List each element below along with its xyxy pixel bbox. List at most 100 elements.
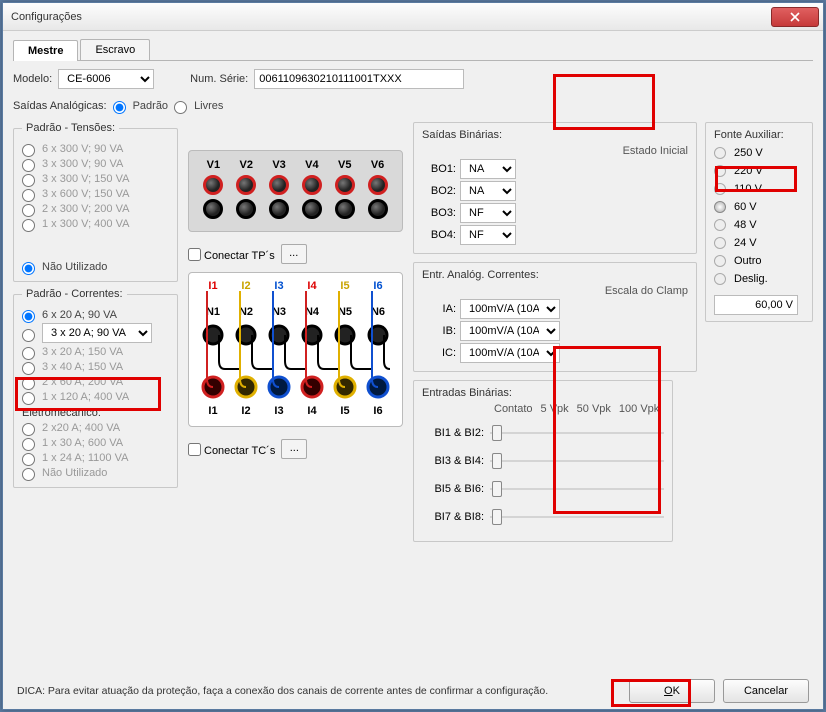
corr-nao-util[interactable]: Não Utilizado <box>22 466 169 479</box>
conectar-tc[interactable]: Conectar TC´s <box>188 441 275 457</box>
serial-input[interactable] <box>254 69 464 89</box>
svg-text:I3: I3 <box>274 405 283 417</box>
conectar-tp[interactable]: Conectar TP´s <box>188 246 275 262</box>
svg-text:I5: I5 <box>340 405 349 417</box>
bo3-select[interactable]: NF <box>460 203 516 223</box>
svg-text:I6: I6 <box>373 405 382 417</box>
corr-opt-4[interactable]: 2 x 60 A; 200 VA <box>22 375 169 388</box>
tens-opt-2[interactable]: 3 x 300 V; 150 VA <box>22 172 169 185</box>
radio-icon <box>714 273 726 285</box>
fa-opt-4[interactable]: 48 V <box>714 219 804 231</box>
radio-icon <box>714 237 726 249</box>
tp-more-button[interactable]: ... <box>281 244 307 264</box>
tens-opt-0[interactable]: 6 x 300 V; 90 VA <box>22 142 169 155</box>
svg-text:I4: I4 <box>307 405 317 417</box>
analog-out-label: Saídas Analógicas: <box>13 100 107 112</box>
clamp-group: Entr. Analóg. Correntes: Escala do Clamp… <box>413 262 697 372</box>
model-label: Modelo: <box>13 73 52 85</box>
fa-opt-5[interactable]: 24 V <box>714 237 804 249</box>
tens-opt-1[interactable]: 3 x 300 V; 90 VA <box>22 157 169 170</box>
svg-text:N2: N2 <box>239 306 253 318</box>
svg-text:I3: I3 <box>274 280 283 292</box>
tensoes-group: Padrão - Tensões: 6 x 300 V; 90 VA 3 x 3… <box>13 122 178 282</box>
svg-text:N1: N1 <box>206 306 220 318</box>
bi-group: Entradas Binárias: Contato5 Vpk50 Vpk100… <box>413 380 673 542</box>
bi12-slider[interactable] <box>490 423 664 443</box>
fa-opt-3[interactable]: 60 V <box>714 201 804 213</box>
tab-mestre[interactable]: Mestre <box>13 40 78 61</box>
svg-text:I5: I5 <box>340 280 349 292</box>
close-icon <box>790 12 800 22</box>
fa-legend: Fonte Auxiliar: <box>714 129 804 141</box>
corr-opt-0[interactable]: 6 x 20 A; 90 VA <box>22 308 169 321</box>
radio-icon <box>714 255 726 267</box>
corr-opt-5[interactable]: 1 x 120 A; 400 VA <box>22 390 169 403</box>
radio-icon <box>714 183 726 195</box>
clamp-legend: Entr. Analóg. Correntes: <box>422 269 688 281</box>
svg-text:I1: I1 <box>208 280 217 292</box>
tens-opt-4[interactable]: 2 x 300 V; 200 VA <box>22 202 169 215</box>
analog-padrao[interactable]: Padrão <box>113 99 168 112</box>
fa-opt-1[interactable]: 220 V <box>714 165 804 177</box>
radio-icon <box>714 219 726 231</box>
radio-icon <box>714 165 726 177</box>
tens-opt-3[interactable]: 3 x 600 V; 150 VA <box>22 187 169 200</box>
content-area: Mestre Escravo Modelo: CE-6006 Num. Séri… <box>3 31 823 709</box>
tabs: Mestre Escravo <box>13 39 813 61</box>
corr-opt-2[interactable]: 3 x 20 A; 150 VA <box>22 345 169 358</box>
ok-button[interactable]: OK <box>629 679 715 703</box>
bi78-slider[interactable] <box>490 507 664 527</box>
bo-group: Saídas Binárias: Estado Inicial BO1:NA B… <box>413 122 697 254</box>
corr-opt-3[interactable]: 3 x 40 A; 150 VA <box>22 360 169 373</box>
svg-text:N4: N4 <box>305 306 320 318</box>
close-button[interactable] <box>771 7 819 27</box>
bo4-select[interactable]: NF <box>460 225 516 245</box>
correntes-group: Padrão - Correntes: 6 x 20 A; 90 VA 3 x … <box>13 288 178 488</box>
model-select[interactable]: CE-6006 <box>58 69 154 89</box>
analog-livres[interactable]: Livres <box>174 99 223 112</box>
bi56-slider[interactable] <box>490 479 664 499</box>
elec-opt-2[interactable]: 1 x 24 A; 1100 VA <box>22 451 169 464</box>
fonte-aux-group: Fonte Auxiliar: 250 V 220 V 110 V 60 V 48 V 2… <box>705 122 813 322</box>
elec-opt-0[interactable]: 2 x20 A; 400 VA <box>22 421 169 434</box>
svg-text:I2: I2 <box>241 280 250 292</box>
corr-opt-1[interactable]: 3 x 20 A; 90 VA <box>22 323 169 343</box>
tens-nao-util[interactable]: Não Utilizado <box>22 260 169 273</box>
ic-select[interactable]: 100mV/A (10A) <box>460 343 560 363</box>
tensoes-legend: Padrão - Tensões: <box>22 122 119 134</box>
correntes-legend: Padrão - Correntes: <box>22 288 127 300</box>
fa-voltage-input[interactable] <box>714 295 798 315</box>
bo2-select[interactable]: NA <box>460 181 516 201</box>
bi34-slider[interactable] <box>490 451 664 471</box>
svg-text:I6: I6 <box>373 280 382 292</box>
bi-legend: Entradas Binárias: <box>422 387 664 399</box>
ib-select[interactable]: 100mV/A (10A) <box>460 321 560 341</box>
bo-legend: Saídas Binárias: <box>422 129 688 141</box>
window-title: Configurações <box>7 11 771 23</box>
svg-text:N6: N6 <box>371 306 385 318</box>
tab-escravo[interactable]: Escravo <box>80 39 150 60</box>
tc-more-button[interactable]: ... <box>281 439 307 459</box>
fa-opt-2[interactable]: 110 V <box>714 183 804 195</box>
radio-icon <box>714 201 726 213</box>
fa-opt-6[interactable]: Outro <box>714 255 804 267</box>
hint-text: DICA: Para evitar atuação da proteção, f… <box>17 685 621 697</box>
bo-sub: Estado Inicial <box>422 145 688 157</box>
svg-text:I1: I1 <box>208 405 217 417</box>
tens-opt-5[interactable]: 1 x 300 V; 400 VA <box>22 217 169 230</box>
titlebar: Configurações <box>3 3 823 31</box>
serial-label: Num. Série: <box>190 73 248 85</box>
ia-select[interactable]: 100mV/A (10A) <box>460 299 560 319</box>
fa-opt-0[interactable]: 250 V <box>714 147 804 159</box>
current-diagram: I1I2I3I4I5I6 N1N2N3N4N5N6 I1I2I3I4I5I6 <box>188 272 403 427</box>
svg-text:N3: N3 <box>272 306 286 318</box>
config-window: Configurações Mestre Escravo Modelo: CE-… <box>2 2 824 710</box>
cancel-button[interactable]: Cancelar <box>723 679 809 703</box>
svg-text:I2: I2 <box>241 405 250 417</box>
radio-icon <box>714 147 726 159</box>
svg-text:I4: I4 <box>307 280 317 292</box>
elec-label: Eletromecânico: <box>22 407 169 419</box>
bo1-select[interactable]: NA <box>460 159 516 179</box>
fa-opt-7[interactable]: Deslig. <box>714 273 804 285</box>
elec-opt-1[interactable]: 1 x 30 A; 600 VA <box>22 436 169 449</box>
